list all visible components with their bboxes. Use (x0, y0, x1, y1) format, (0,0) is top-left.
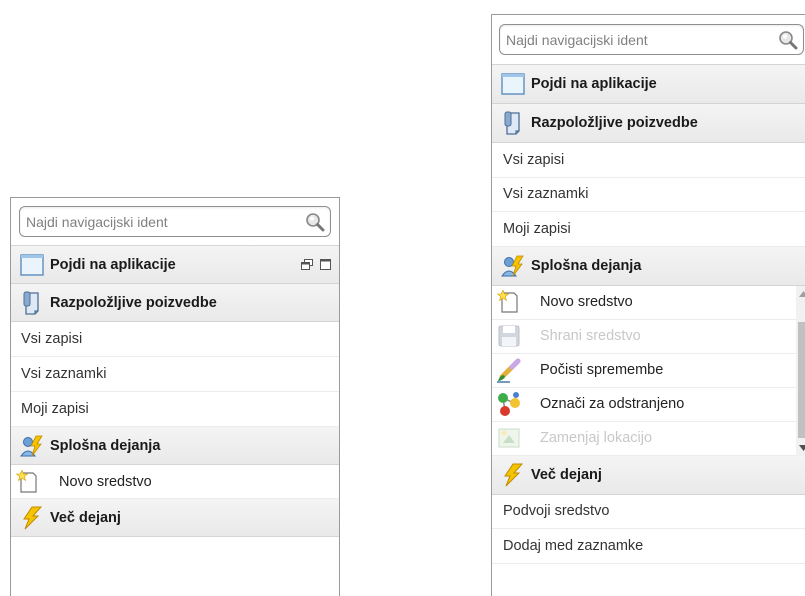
actions-scrollbar[interactable] (796, 285, 805, 456)
query-item-all-bookmarks[interactable]: Vsi zaznamki (492, 177, 805, 212)
maximize-icon[interactable] (319, 259, 331, 271)
search-box[interactable] (499, 24, 804, 55)
section-available-queries[interactable]: Razpoložljive poizvedbe (11, 284, 339, 322)
action-save-asset[interactable]: Shrani sredstvo (492, 319, 805, 354)
molecule-icon (496, 391, 522, 417)
header-tools (301, 259, 331, 271)
more-action-add-bookmark[interactable]: Dodaj med zaznamke (492, 529, 805, 564)
action-change-location[interactable]: Zamenjaj lokacijo (492, 421, 805, 456)
action-mark-for-removal[interactable]: Označi za odstranjeno (492, 387, 805, 422)
search-icon[interactable] (777, 29, 799, 51)
search-row (11, 198, 339, 246)
section-more-actions[interactable]: Več dejanj (492, 455, 805, 495)
action-new-asset[interactable]: Novo sredstvo (492, 285, 805, 320)
action-label: Počisti spremembe (540, 362, 664, 378)
section-common-actions[interactable]: Splošna dejanja (11, 427, 339, 465)
section-label: Razpoložljive poizvedbe (50, 294, 217, 311)
query-document-icon (501, 111, 525, 135)
query-item-all-bookmarks[interactable]: Vsi zaznamki (11, 357, 339, 392)
restore-icon[interactable] (301, 259, 313, 271)
scroll-down-arrow-icon[interactable] (796, 440, 805, 456)
section-label: Več dejanj (531, 466, 602, 483)
section-available-queries[interactable]: Razpoložljive poizvedbe (492, 104, 805, 143)
search-row (492, 15, 805, 65)
query-item-all-records[interactable]: Vsi zapisi (11, 322, 339, 357)
search-input[interactable] (506, 31, 777, 48)
action-label: Novo sredstvo (540, 294, 633, 310)
section-common-actions[interactable]: Splošna dejanja (492, 246, 805, 286)
application-window-icon (20, 253, 44, 277)
section-more-actions[interactable]: Več dejanj (11, 499, 339, 537)
search-box[interactable] (19, 206, 331, 237)
action-clear-changes[interactable]: Počisti spremembe (492, 353, 805, 388)
action-label: Shrani sredstvo (540, 328, 641, 344)
new-document-icon (496, 289, 522, 315)
navigator-panel-collapsed: Pojdi na aplikacije Razpoložljive poizve… (10, 197, 340, 596)
action-label: Novo sredstvo (59, 473, 152, 490)
action-label: Zamenjaj lokacijo (540, 430, 653, 446)
save-icon (496, 323, 522, 349)
section-label: Pojdi na aplikacije (531, 76, 657, 92)
section-label: Pojdi na aplikacije (50, 256, 176, 273)
application-window-icon (501, 72, 525, 96)
scroll-up-arrow-icon[interactable] (796, 286, 805, 302)
common-actions-list: Novo sredstvo Shrani sredstvo Počisti sp… (492, 285, 805, 456)
common-actions-icon (20, 434, 44, 458)
section-go-to-applications[interactable]: Pojdi na aplikacije (11, 246, 339, 284)
section-label: Splošna dejanja (50, 437, 161, 454)
section-label: Razpoložljive poizvedbe (531, 115, 698, 131)
more-action-duplicate-asset[interactable]: Podvoji sredstvo (492, 494, 805, 529)
search-icon[interactable] (304, 211, 326, 233)
common-actions-icon (501, 254, 525, 278)
navigator-panel-expanded: Pojdi na aplikacije Razpoložljive poizve… (491, 14, 805, 596)
lightning-icon (501, 463, 525, 487)
section-go-to-applications[interactable]: Pojdi na aplikacije (492, 65, 805, 104)
lightning-icon (20, 506, 44, 530)
query-item-all-records[interactable]: Vsi zapisi (492, 143, 805, 178)
search-input[interactable] (26, 213, 304, 230)
new-document-icon (15, 469, 41, 495)
action-new-asset[interactable]: Novo sredstvo (11, 465, 339, 499)
section-label: Splošna dejanja (531, 257, 642, 274)
action-label: Označi za odstranjeno (540, 396, 685, 412)
move-location-icon (496, 425, 522, 451)
scroll-thumb[interactable] (798, 321, 805, 438)
eraser-icon (496, 357, 522, 383)
query-item-my-records[interactable]: Moji zapisi (492, 212, 805, 247)
query-document-icon (20, 291, 44, 315)
query-item-my-records[interactable]: Moji zapisi (11, 392, 339, 427)
section-label: Več dejanj (50, 509, 121, 526)
